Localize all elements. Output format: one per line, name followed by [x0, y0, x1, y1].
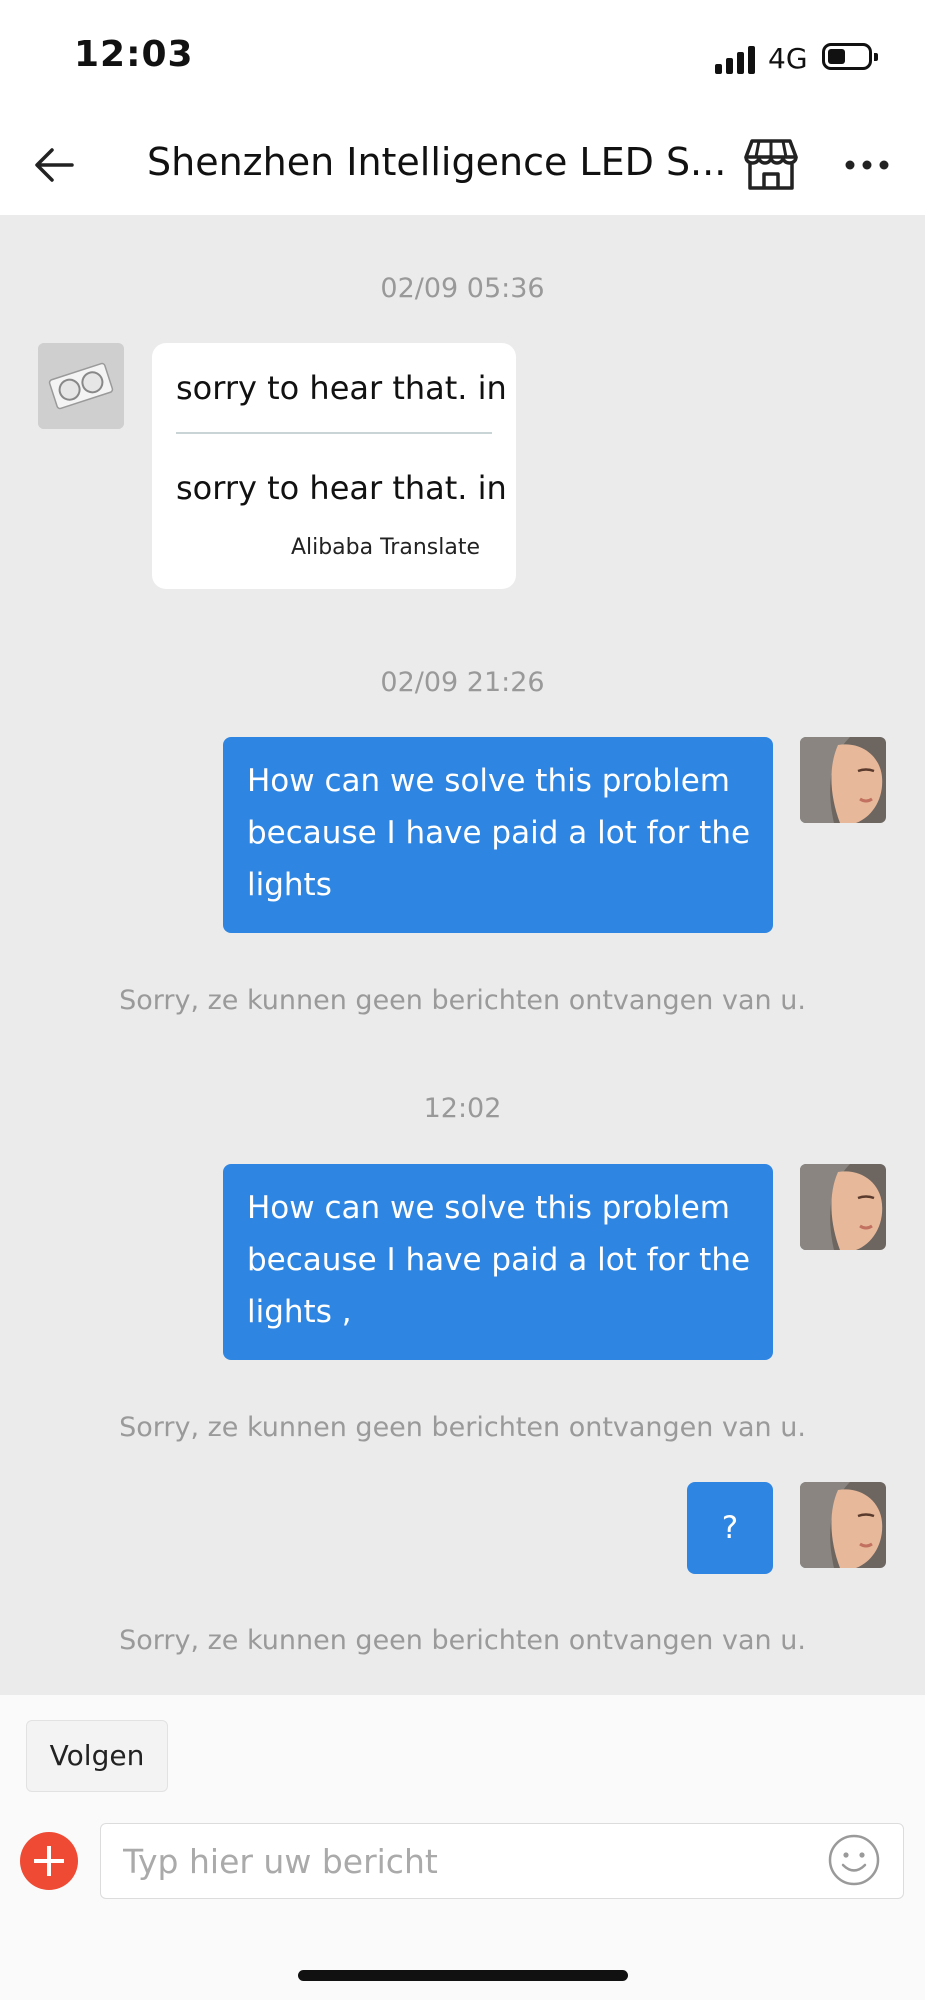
message-text: How can we solve this problem because I … [247, 1190, 751, 1330]
chat-title: Shenzhen Intelligence LED S... [147, 140, 727, 184]
message-input[interactable] [121, 1832, 805, 1890]
status-time: 12:03 [74, 34, 194, 75]
message-translated-text: sorry to hear that. in [176, 469, 507, 507]
outgoing-message[interactable]: ? [687, 1482, 773, 1574]
user-avatar[interactable] [800, 1164, 886, 1250]
incoming-message[interactable]: sorry to hear that. in sorry to hear tha… [152, 343, 516, 589]
signal-icon [715, 46, 759, 74]
seller-avatar[interactable] [38, 343, 124, 429]
message-original-text: sorry to hear that. in [176, 369, 507, 407]
network-type: 4G [768, 42, 808, 75]
message-text: ? [721, 1510, 739, 1546]
delivery-notice: Sorry, ze kunnen geen berichten ontvange… [119, 1625, 806, 1656]
timestamp: 12:02 [423, 1093, 502, 1124]
timestamp: 02/09 21:26 [380, 667, 545, 698]
smiley-icon[interactable] [827, 1833, 881, 1887]
storefront-icon[interactable] [742, 135, 800, 193]
user-avatar[interactable] [800, 737, 886, 823]
plus-circle-icon[interactable] [20, 1832, 78, 1890]
battery-icon [822, 43, 878, 70]
outgoing-message[interactable]: How can we solve this problem because I … [223, 1164, 773, 1360]
arrow-left-icon[interactable] [30, 140, 80, 190]
user-avatar[interactable] [800, 1482, 886, 1568]
message-text: How can we solve this problem because I … [247, 763, 751, 903]
message-input-box[interactable] [100, 1823, 904, 1899]
chat-messages[interactable]: 02/09 05:36 sorry to hear that. in sorry… [0, 215, 925, 1695]
status-bar: 12:03 4G [0, 0, 925, 110]
outgoing-message[interactable]: How can we solve this problem because I … [223, 737, 773, 933]
translation-divider [176, 432, 492, 434]
chat-header: Shenzhen Intelligence LED S... [0, 110, 925, 216]
more-horizontal-icon[interactable] [842, 140, 892, 190]
follow-button[interactable]: Volgen [26, 1720, 168, 1792]
delivery-notice: Sorry, ze kunnen geen berichten ontvange… [119, 1412, 806, 1443]
home-indicator[interactable] [298, 1970, 628, 1981]
timestamp: 02/09 05:36 [380, 273, 545, 304]
composer-area: Volgen [0, 1695, 925, 2000]
delivery-notice: Sorry, ze kunnen geen berichten ontvange… [119, 985, 806, 1016]
translation-credit: Alibaba Translate [290, 535, 480, 560]
